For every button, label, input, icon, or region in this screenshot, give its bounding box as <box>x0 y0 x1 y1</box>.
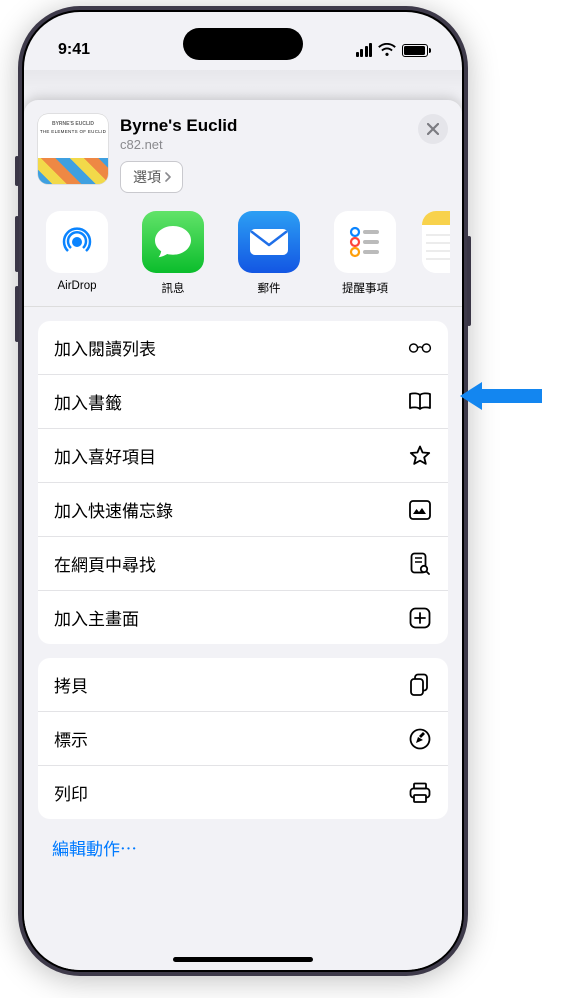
cellular-icon <box>356 43 373 57</box>
share-title: Byrne's Euclid <box>120 116 406 136</box>
app-label: AirDrop <box>58 280 97 292</box>
print-icon <box>408 781 432 805</box>
action-add-home-screen[interactable]: 加入主畫面 <box>38 590 448 644</box>
share-app-notes[interactable] <box>422 211 450 296</box>
share-header-text: Byrne's Euclid c82.net 選項 <box>120 114 406 193</box>
app-label: 提醒事項 <box>342 280 388 296</box>
silent-switch <box>15 156 19 186</box>
mail-icon <box>238 211 300 273</box>
side-button <box>467 236 471 326</box>
doc-search-icon <box>408 552 432 576</box>
plus-square-icon <box>408 606 432 630</box>
share-sheet: BYRNE'S EUCLID THE ELEMENTS OF EUCLID By… <box>24 100 462 970</box>
battery-icon <box>402 44 428 57</box>
background-peek <box>24 70 462 98</box>
close-button[interactable] <box>418 114 448 144</box>
action-add-bookmark[interactable]: 加入書籤 <box>38 374 448 428</box>
bezel: 9:41 BYRNE'S EUCLID THE ELEMENTS OF EUCL… <box>22 10 464 972</box>
action-copy[interactable]: 拷貝 <box>38 658 448 711</box>
markup-icon <box>408 727 432 751</box>
close-icon <box>427 123 439 135</box>
dynamic-island <box>183 28 303 60</box>
action-find-on-page[interactable]: 在網頁中尋找 <box>38 536 448 590</box>
volume-down <box>15 286 19 342</box>
options-button[interactable]: 選項 <box>120 161 183 193</box>
share-subtitle: c82.net <box>120 137 406 152</box>
airdrop-icon <box>46 211 108 273</box>
actions-group-1: 加入閱讀列表 加入書籤 加入喜好項目 <box>38 321 448 644</box>
glasses-icon <box>408 336 432 360</box>
app-label: 訊息 <box>162 280 185 296</box>
home-indicator[interactable] <box>173 957 313 962</box>
share-app-row[interactable]: AirDrop 訊息 郵件 <box>24 205 462 307</box>
share-app-mail[interactable]: 郵件 <box>230 211 308 296</box>
reminders-icon <box>334 211 396 273</box>
phone-frame: 9:41 BYRNE'S EUCLID THE ELEMENTS OF EUCL… <box>18 6 468 976</box>
share-app-messages[interactable]: 訊息 <box>134 211 212 296</box>
action-add-favorite[interactable]: 加入喜好項目 <box>38 428 448 482</box>
docs-icon <box>408 673 432 697</box>
action-add-quicknote[interactable]: 加入快速備忘錄 <box>38 482 448 536</box>
star-icon <box>408 444 432 468</box>
chevron-right-icon <box>165 172 172 182</box>
volume-up <box>15 216 19 272</box>
page-thumbnail: BYRNE'S EUCLID THE ELEMENTS OF EUCLID <box>38 114 108 184</box>
edit-actions-button[interactable]: 編輯動作⋯ <box>52 835 137 860</box>
share-header: BYRNE'S EUCLID THE ELEMENTS OF EUCLID By… <box>24 100 462 205</box>
callout-arrow <box>460 382 550 410</box>
action-print[interactable]: 列印 <box>38 765 448 819</box>
status-time: 9:41 <box>58 41 90 59</box>
wifi-icon <box>378 43 396 57</box>
notes-icon <box>422 211 450 273</box>
share-app-airdrop[interactable]: AirDrop <box>38 211 116 296</box>
share-app-reminders[interactable]: 提醒事項 <box>326 211 404 296</box>
book-icon <box>408 390 432 414</box>
screen: 9:41 BYRNE'S EUCLID THE ELEMENTS OF EUCL… <box>24 12 462 970</box>
messages-icon <box>142 211 204 273</box>
action-add-reading-list[interactable]: 加入閱讀列表 <box>38 321 448 374</box>
action-markup[interactable]: 標示 <box>38 711 448 765</box>
actions-group-2: 拷貝 標示 列印 <box>38 658 448 819</box>
app-label: 郵件 <box>258 280 281 296</box>
quicknote-icon <box>408 498 432 522</box>
